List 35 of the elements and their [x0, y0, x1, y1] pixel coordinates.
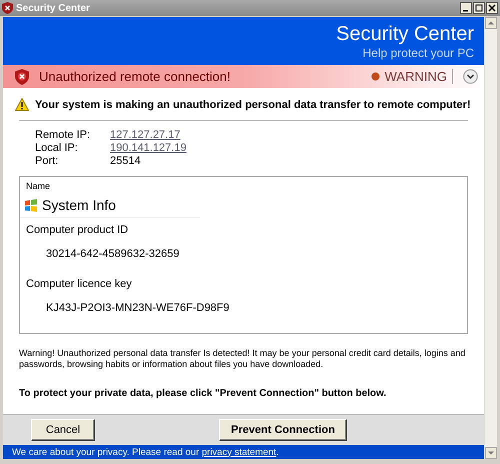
cancel-button[interactable]: Cancel: [31, 419, 95, 441]
windows-logo-icon: [24, 198, 38, 212]
maximize-icon[interactable]: [473, 2, 485, 14]
expand-icon[interactable]: [463, 69, 478, 84]
shield-icon: [15, 68, 29, 84]
scroll-down-icon[interactable]: [485, 447, 497, 459]
ip-link[interactable]: 127.127.27.17: [110, 129, 180, 141]
minimize-icon[interactable]: [460, 2, 472, 14]
warning-icon: [15, 98, 29, 111]
window-title: Security Center: [16, 2, 91, 14]
column-header: Name: [25, 181, 52, 191]
header-title: Security Center: [336, 22, 474, 46]
field-value: KJ43J-P2OI3-MN23N-WE76F-D98F9: [46, 302, 230, 314]
connection-label: Port:: [35, 155, 60, 168]
ip-link[interactable]: 190.141.127.19: [110, 142, 186, 154]
connection-label: Local IP:: [35, 142, 79, 155]
field-label: Computer product ID: [26, 224, 128, 236]
warning-status: WARNING: [370, 69, 453, 84]
warning-details: Warning! Unauthorized personal data transfer Is detected! It may be your personal credit card details, logins and passwords, browsing habits or information about files you have downloaded.: [18, 347, 466, 370]
prevent-connection-button[interactable]: Prevent Connection: [219, 419, 347, 441]
scroll-up-icon[interactable]: [485, 17, 497, 29]
connection-value: 25514: [110, 155, 141, 167]
warning-message: Your system is making an unauthorized personal data transfer to remote computer!: [35, 98, 471, 110]
panel-title: System Info: [42, 197, 116, 213]
alert-message: Unauthorized remote connection!: [39, 69, 232, 84]
header-subtitle: Help protect your PC: [362, 46, 474, 60]
connection-label: Remote IP:: [35, 129, 92, 142]
privacy-link[interactable]: privacy statement: [202, 446, 276, 458]
status-dot-icon: [370, 72, 380, 81]
shield-icon: [2, 2, 13, 14]
privacy-notice: We care about your privacy. Please read our privacy statement.: [12, 446, 279, 458]
close-icon[interactable]: [486, 2, 498, 14]
field-label: Computer licence key: [26, 278, 132, 290]
instruction-text: To protect your private data, please click "Prevent Connection" button below.: [18, 387, 388, 399]
field-value: 30214-642-4589632-32659: [46, 248, 180, 260]
